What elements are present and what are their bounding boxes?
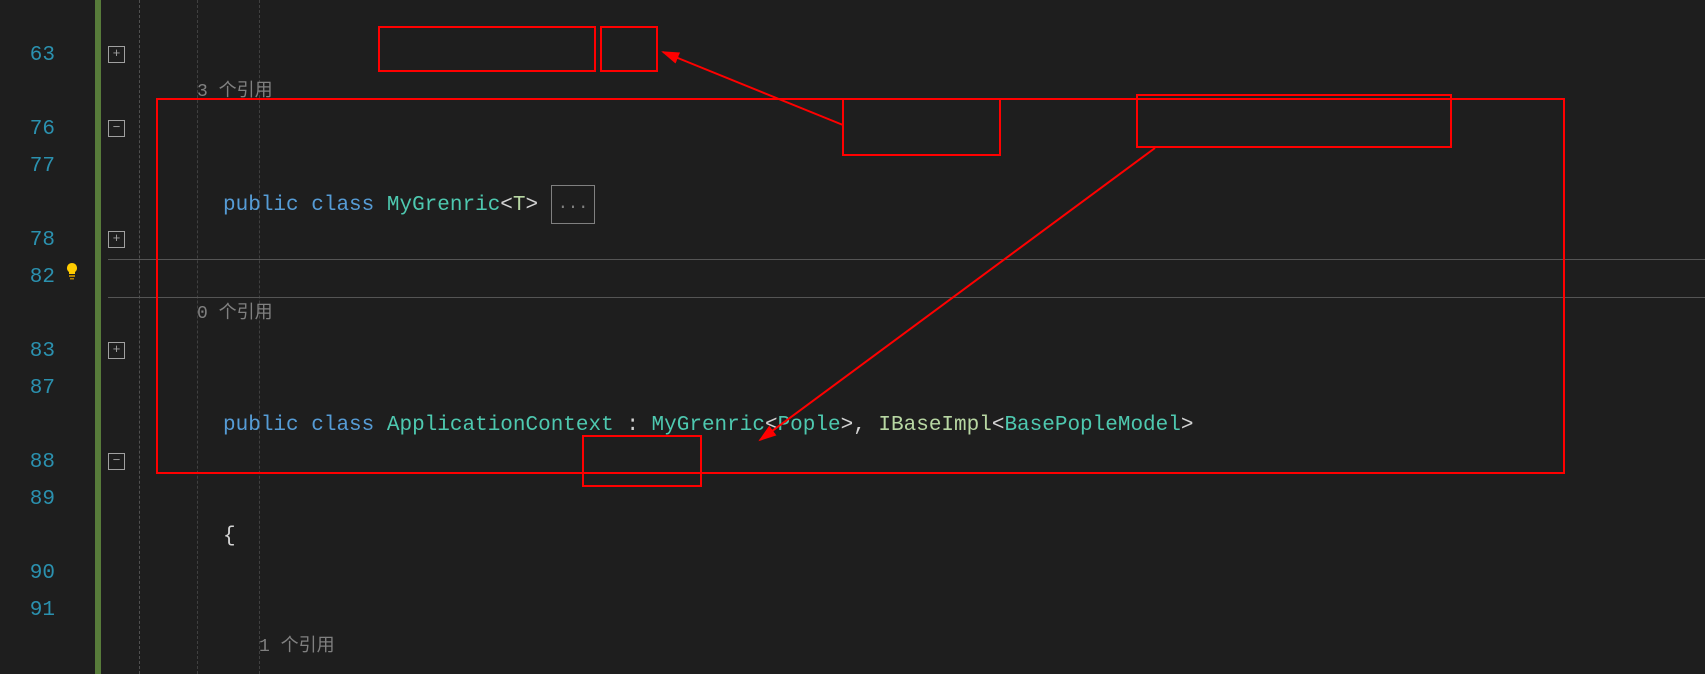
type-param: T	[513, 194, 526, 217]
punct: <	[992, 414, 1005, 437]
punct: >	[526, 194, 539, 217]
fold-expand-icon[interactable]: +	[108, 342, 125, 359]
codelens-references[interactable]: 3 个引用	[197, 82, 273, 102]
type-name: ApplicationContext	[387, 414, 614, 437]
line-number: 77	[0, 148, 60, 185]
keyword: public	[223, 194, 299, 217]
fold-collapse-icon[interactable]: −	[108, 453, 125, 470]
keyword: public	[223, 414, 299, 437]
punct: <	[765, 414, 778, 437]
keyword: class	[311, 194, 374, 217]
punct: :	[614, 414, 652, 437]
line-number: 89	[0, 481, 60, 518]
line-number: 78	[0, 222, 60, 259]
line-number: 82	[0, 259, 60, 296]
line-number-gutter: 63 76 77 78 82 83 87 88 89 90 91	[0, 0, 60, 629]
fold-expand-icon[interactable]: +	[108, 231, 125, 248]
type-name: BasePopleModel	[1004, 414, 1180, 437]
line-number: 63	[0, 37, 60, 74]
type-name: MyGrenric	[652, 414, 765, 437]
line-number: 76	[0, 111, 60, 148]
line-number	[0, 407, 60, 444]
line-number	[0, 296, 60, 333]
line-number: 83	[0, 333, 60, 370]
interface-name: IBaseImpl	[878, 414, 991, 437]
brace: {	[223, 525, 236, 548]
line-number: 91	[0, 592, 60, 629]
collapsed-region[interactable]: ...	[551, 185, 596, 224]
line-number	[0, 74, 60, 111]
codelens-references[interactable]: 0 个引用	[197, 304, 273, 324]
code-editor[interactable]: 63 76 77 78 82 83 87 88 89 90 91 + − + +…	[0, 0, 1705, 674]
line-number	[0, 0, 60, 37]
punct: ,	[853, 414, 878, 437]
outline-guide	[139, 0, 140, 674]
line-number: 90	[0, 555, 60, 592]
punct: <	[500, 194, 513, 217]
line-number: 88	[0, 444, 60, 481]
code-area[interactable]: 3 个引用 public class MyGrenric<T> ... 0 个引…	[160, 0, 1193, 674]
line-number	[0, 185, 60, 222]
line-number: 87	[0, 370, 60, 407]
type-name: MyGrenric	[387, 194, 500, 217]
codelens-references[interactable]: 1 个引用	[259, 637, 335, 657]
fold-collapse-icon[interactable]: −	[108, 120, 125, 137]
punct: >	[841, 414, 854, 437]
fold-expand-icon[interactable]: +	[108, 46, 125, 63]
line-number	[0, 518, 60, 555]
change-indicator	[95, 0, 101, 674]
type-name: Pople	[778, 414, 841, 437]
lightbulb-icon[interactable]	[62, 258, 82, 278]
keyword: class	[311, 414, 374, 437]
punct: >	[1181, 414, 1194, 437]
